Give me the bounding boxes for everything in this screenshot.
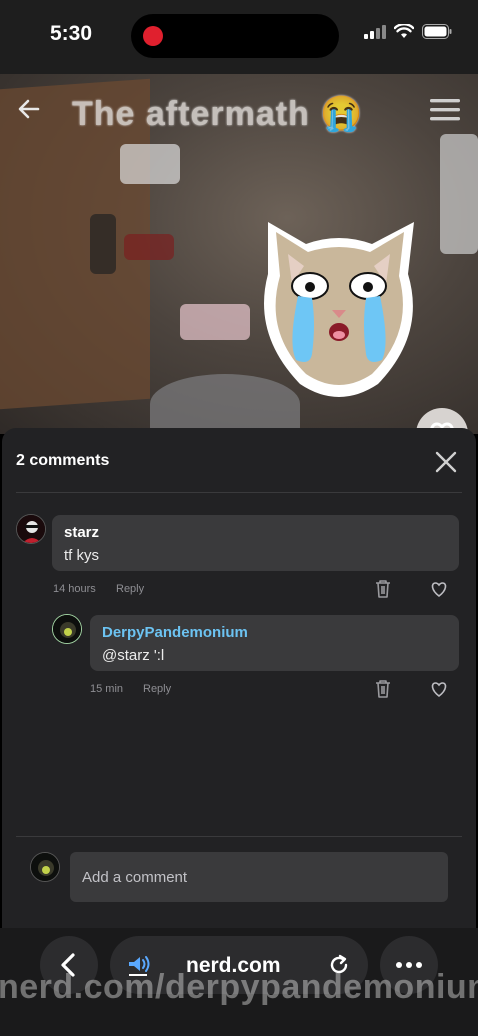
crying-cat-sticker	[264, 222, 414, 397]
heart-icon[interactable]	[428, 678, 450, 700]
comment-input-container	[70, 852, 448, 902]
watermark-text: nerd.com/derpypandemonium	[0, 968, 478, 1006]
battery-icon	[422, 24, 452, 39]
comment-author[interactable]: starz	[64, 524, 99, 541]
trash-icon[interactable]	[372, 578, 394, 600]
user-avatar-icon	[31, 853, 59, 881]
browser-toolbar: nerd.com nerd.com/derpypandemonium	[0, 928, 478, 1036]
clutter-toy	[180, 304, 250, 340]
avatar-derpypandemonium[interactable]	[52, 614, 82, 644]
recording-indicator	[143, 26, 163, 46]
header-divider	[16, 492, 462, 493]
status-icons	[364, 24, 452, 39]
close-icon[interactable]	[432, 448, 460, 476]
reply-button[interactable]: Reply	[143, 683, 171, 695]
video-title: The aftermath 😭	[72, 95, 364, 133]
clutter-red-item	[124, 234, 174, 260]
heart-icon[interactable]	[428, 578, 450, 600]
dynamic-island	[131, 14, 339, 58]
input-divider	[16, 836, 462, 837]
user-avatar-icon	[53, 615, 81, 643]
back-arrow-icon[interactable]	[16, 96, 42, 122]
avatar-starz[interactable]	[16, 514, 46, 544]
comment-text: tf kys	[64, 547, 100, 564]
comment-time: 15 min	[90, 683, 124, 695]
comment-time: 14 hours	[53, 583, 96, 595]
user-avatar-icon	[17, 515, 45, 543]
clutter-cup	[440, 134, 478, 254]
clutter-paper	[120, 144, 180, 184]
reply-button[interactable]: Reply	[116, 583, 144, 595]
status-time: 5:30	[50, 22, 93, 45]
comment-text: @starz ':l	[102, 647, 165, 664]
current-user-avatar	[30, 852, 60, 882]
comment-bubble: DerpyPandemonium @starz ':l	[90, 615, 459, 671]
trash-icon[interactable]	[372, 678, 394, 700]
comment-input[interactable]	[70, 852, 448, 902]
comment-author[interactable]: DerpyPandemonium	[102, 624, 248, 641]
comments-count-title: 2 comments	[16, 452, 110, 469]
comments-sheet: 2 comments starz tf kys 14 hours Reply D…	[2, 428, 476, 928]
comment-bubble: starz tf kys	[52, 515, 459, 571]
clutter-bottle	[90, 214, 116, 274]
status-bar: 5:30	[0, 0, 478, 74]
cellular-signal-icon	[364, 24, 386, 39]
video-player[interactable]: The aftermath 😭	[0, 74, 478, 434]
menu-icon[interactable]	[430, 98, 460, 122]
wifi-icon	[394, 24, 414, 38]
